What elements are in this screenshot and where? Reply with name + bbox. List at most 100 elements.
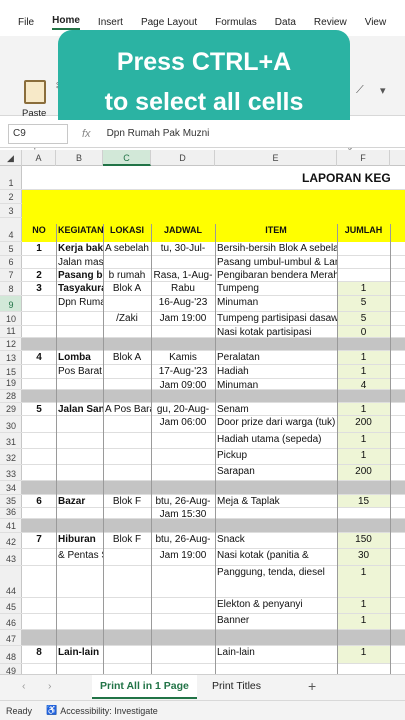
cell-e[interactable]: Pasang umbul-umbul & Lampu Hias: [215, 256, 337, 268]
row-number[interactable]: 34: [0, 481, 22, 494]
cell-b[interactable]: Jalan masuk Dk: [56, 256, 103, 268]
cell-f[interactable]: 1: [337, 365, 390, 378]
cell-b[interactable]: Lain-lain: [56, 646, 103, 663]
cell-b[interactable]: Pasang bendera: [56, 269, 103, 281]
tab-insert[interactable]: Insert: [98, 17, 123, 28]
select-all-corner[interactable]: ◢: [0, 150, 22, 166]
cell-d[interactable]: tu, 30-Jul-: [151, 242, 215, 255]
cell-e[interactable]: Sarapan: [215, 465, 337, 480]
tab-file[interactable]: File: [18, 17, 34, 28]
cell-d[interactable]: 17-Aug-'23: [151, 365, 215, 378]
cell-d[interactable]: 16-Aug-'23: [151, 296, 215, 311]
row-number[interactable]: 41: [0, 519, 22, 532]
table-row[interactable]: 35 6 Bazar Blok Fbtu, 26-Aug- Meja & Taplak 1…: [0, 495, 405, 508]
row-number[interactable]: 12: [0, 338, 22, 350]
paste-button-label[interactable]: Paste: [22, 108, 46, 119]
cell-e[interactable]: Minuman: [215, 379, 337, 389]
spreadsheet-grid[interactable]: ◢ A B C D E F 1 LAPORAN KEG 2 3 4 NO KEGIATAN L…: [0, 150, 405, 674]
cell-f[interactable]: 150: [337, 533, 390, 548]
row-number[interactable]: 48: [0, 646, 22, 663]
cell-d[interactable]: gu, 20-Aug-: [151, 403, 215, 415]
table-row[interactable]: 11 Nasi kotak partisipasi 0: [0, 326, 405, 338]
cell-b[interactable]: Pos Barat - Pos Timur: [56, 365, 103, 378]
cell-f[interactable]: 1: [337, 598, 390, 613]
cell-b[interactable]: Tasyakuran: [56, 282, 103, 295]
orientation-icon[interactable]: ⟋: [356, 84, 364, 97]
row-number[interactable]: 3: [0, 204, 22, 217]
row-number[interactable]: 30: [0, 416, 22, 432]
cell-e[interactable]: Door prize dari warga (tuk): [215, 416, 337, 432]
row-number[interactable]: 13: [0, 351, 22, 364]
column-header-a[interactable]: A: [22, 150, 56, 166]
cell-e[interactable]: Bersih-bersih Blok A sebelah utara: [215, 242, 337, 255]
table-row[interactable]: 6 Jalan masuk Dk Pasang umbul-umbul & Lamp…: [0, 256, 405, 269]
row-number[interactable]: 19: [0, 378, 22, 389]
report-title[interactable]: LAPORAN KEG: [300, 166, 405, 189]
column-header-f[interactable]: F: [337, 150, 390, 166]
table-row[interactable]: 31 Hadiah utama (sepeda) 1: [0, 433, 405, 449]
cell-a[interactable]: 8: [22, 646, 56, 663]
chevron-down-icon[interactable]: ▾: [380, 84, 386, 97]
cell-f[interactable]: 5: [337, 296, 390, 311]
cell-d[interactable]: Rabu: [151, 282, 215, 295]
cell-c[interactable]: A sebelah: [103, 242, 151, 255]
name-box[interactable]: C9: [8, 123, 68, 144]
table-row[interactable]: 9 Dpn Rumah Pak Muzni 16-Aug-'23Minuman5: [0, 296, 405, 312]
cell-c[interactable]: LOKASI: [103, 218, 151, 241]
cell-f[interactable]: 1: [337, 403, 390, 415]
cell-b[interactable]: Kerja bakti: [56, 242, 103, 255]
cell-e[interactable]: Peralatan: [215, 351, 337, 364]
cell-f[interactable]: 1: [337, 351, 390, 364]
row-number[interactable]: 49: [0, 664, 22, 674]
fx-icon[interactable]: fx: [82, 128, 91, 140]
cell-f[interactable]: 1: [337, 449, 390, 464]
cell-e[interactable]: Nasi kotak partisipasi: [215, 326, 337, 337]
row-number[interactable]: 6: [0, 256, 22, 268]
cell-e[interactable]: Nasi kotak (panitia &: [215, 549, 337, 565]
row-number[interactable]: 31: [0, 433, 22, 448]
cell-e[interactable]: Tumpeng: [215, 282, 337, 295]
sheet-tab-print-titles[interactable]: Print Titles: [212, 680, 261, 692]
cell-a[interactable]: NO: [22, 218, 56, 241]
cell-e[interactable]: Hadiah utama (sepeda): [215, 433, 337, 448]
add-sheet-button[interactable]: +: [308, 678, 316, 694]
cell-e[interactable]: ITEM: [215, 218, 337, 241]
cell-f[interactable]: JUMLAH: [337, 218, 390, 241]
cell-d[interactable]: Jam 19:00: [151, 549, 215, 565]
table-row[interactable]: 44 Panggung, tenda, diesel 1: [0, 566, 405, 598]
table-row[interactable]: 34: [0, 481, 405, 495]
cell-d[interactable]: Rasa, 1-Aug-: [151, 269, 215, 281]
table-row[interactable]: 32 Pickup 1: [0, 449, 405, 465]
tab-view[interactable]: View: [365, 17, 387, 28]
cell-b[interactable]: Jalan Sant: [56, 403, 103, 415]
table-row[interactable]: 42 7 Hiburan Blok Fbtu, 26-Aug- Snack 150: [0, 533, 405, 549]
cell-c[interactable]: b rumah: [103, 269, 151, 281]
cell-a[interactable]: 5: [22, 403, 56, 415]
cell-f[interactable]: 5: [337, 312, 390, 325]
cell-e[interactable]: Tumpeng partisipasi dasawisma: [215, 312, 337, 325]
cell-e[interactable]: Senam: [215, 403, 337, 415]
table-row[interactable]: 15 Pos Barat - Pos Timur 17-Aug-'23Hadiah1: [0, 365, 405, 379]
cell-e[interactable]: Hadiah: [215, 365, 337, 378]
row-number[interactable]: 47: [0, 630, 22, 645]
row-number[interactable]: 8: [0, 282, 22, 295]
column-header-c[interactable]: C: [103, 150, 151, 166]
cell-a[interactable]: 3: [22, 282, 56, 295]
cell-c[interactable]: Blok A: [103, 282, 151, 295]
table-row[interactable]: 47: [0, 630, 405, 646]
tab-page-layout[interactable]: Page Layout: [141, 17, 197, 28]
next-sheet-icon[interactable]: ›: [48, 680, 52, 692]
cell-f[interactable]: 1: [337, 566, 390, 597]
cell-e[interactable]: Banner: [215, 614, 337, 629]
table-row[interactable]: 83TasyakuranBlok ARabuTumpeng1: [0, 282, 405, 296]
row-number[interactable]: 45: [0, 598, 22, 613]
row-number[interactable]: 5: [0, 242, 22, 255]
cell-c[interactable]: Blok F: [103, 495, 151, 507]
row-number[interactable]: 9: [0, 296, 22, 311]
cell-c[interactable]: A Pos Barat: [103, 403, 151, 415]
formula-input[interactable]: Dpn Rumah Pak Muzni: [107, 128, 210, 139]
table-row[interactable]: 72Pasang benderab rumah Rasa, 1-Aug-Peng…: [0, 269, 405, 282]
cell-a[interactable]: 7: [22, 533, 56, 548]
cell-d[interactable]: Jam 06:00: [151, 416, 215, 432]
cell-b[interactable]: & Pentas Seni: [56, 549, 103, 565]
